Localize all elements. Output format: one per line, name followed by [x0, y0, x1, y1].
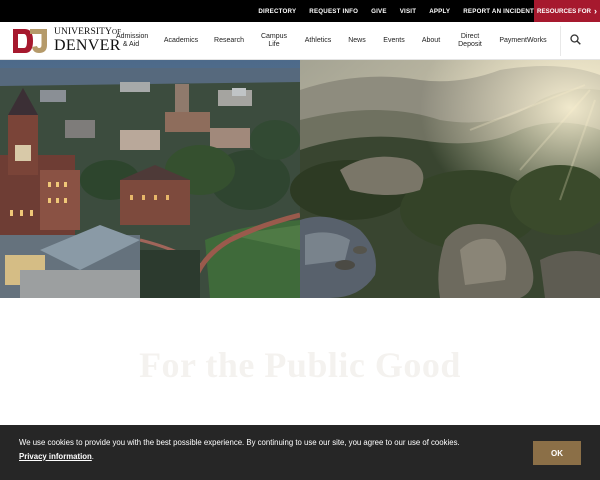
utility-link-give[interactable]: GIVE [371, 8, 387, 15]
resources-for-label: RESOURCES FOR [537, 7, 591, 15]
main-navigation: UNIVERSITYOF DENVER Admission & Aid Acad… [0, 22, 600, 60]
nav-label: Campus Life [260, 32, 288, 48]
campus-aerial-image [0, 60, 301, 298]
nav-label: Admission & Aid [116, 32, 149, 48]
utility-bar: DIRECTORY REQUEST INFO GIVE VISIT APPLY … [0, 0, 600, 22]
nav-about[interactable]: About [417, 22, 445, 60]
nav-events[interactable]: Events [378, 22, 410, 60]
cookie-ok-button[interactable]: OK [533, 441, 581, 465]
faded-heading: For the Public Good [139, 345, 461, 385]
privacy-link-suffix: . [91, 451, 94, 461]
nav-admission-aid[interactable]: Admission & Aid [116, 22, 149, 60]
logo-wordmark: UNIVERSITYOF DENVER [54, 26, 122, 55]
search-icon [570, 32, 581, 50]
content-section: For the Public Good [0, 298, 600, 425]
cookie-message: We use cookies to provide you with the b… [19, 437, 499, 462]
privacy-information-link[interactable]: Privacy information [19, 451, 92, 463]
nav-paymentworks[interactable]: PaymentWorks [495, 22, 551, 60]
nav-direct-deposit[interactable]: Direct Deposit [454, 22, 486, 60]
search-button[interactable] [560, 26, 590, 56]
nav-campus-life[interactable]: Campus Life [258, 22, 290, 60]
nav-label: Direct Deposit [458, 32, 482, 48]
utility-links: DIRECTORY REQUEST INFO GIVE VISIT APPLY … [245, 0, 534, 22]
utility-link-report-incident[interactable]: REPORT AN INCIDENT [463, 8, 534, 15]
chevron-right-icon: › [593, 5, 597, 16]
cookie-banner: We use cookies to provide you with the b… [0, 425, 600, 480]
utility-link-visit[interactable]: VISIT [400, 8, 416, 15]
utility-link-directory[interactable]: DIRECTORY [258, 8, 296, 15]
logo-line-denver: DENVER [54, 37, 121, 55]
nav-research[interactable]: Research [211, 22, 247, 60]
du-logo-mark [12, 28, 48, 54]
cookie-text: We use cookies to provide you with the b… [19, 438, 460, 447]
utility-link-apply[interactable]: APPLY [429, 8, 450, 15]
university-logo[interactable]: UNIVERSITYOF DENVER [12, 27, 122, 55]
mountain-sunset-image [290, 60, 600, 298]
nav-athletics[interactable]: Athletics [300, 22, 336, 60]
resources-for-button[interactable]: RESOURCES FOR › [534, 0, 600, 22]
nav-news[interactable]: News [345, 22, 369, 60]
logo-line-university: UNIVERSITYOF [54, 26, 122, 37]
nav-academics[interactable]: Academics [160, 22, 202, 60]
hero-banner [0, 60, 600, 298]
utility-link-request-info[interactable]: REQUEST INFO [309, 8, 358, 15]
